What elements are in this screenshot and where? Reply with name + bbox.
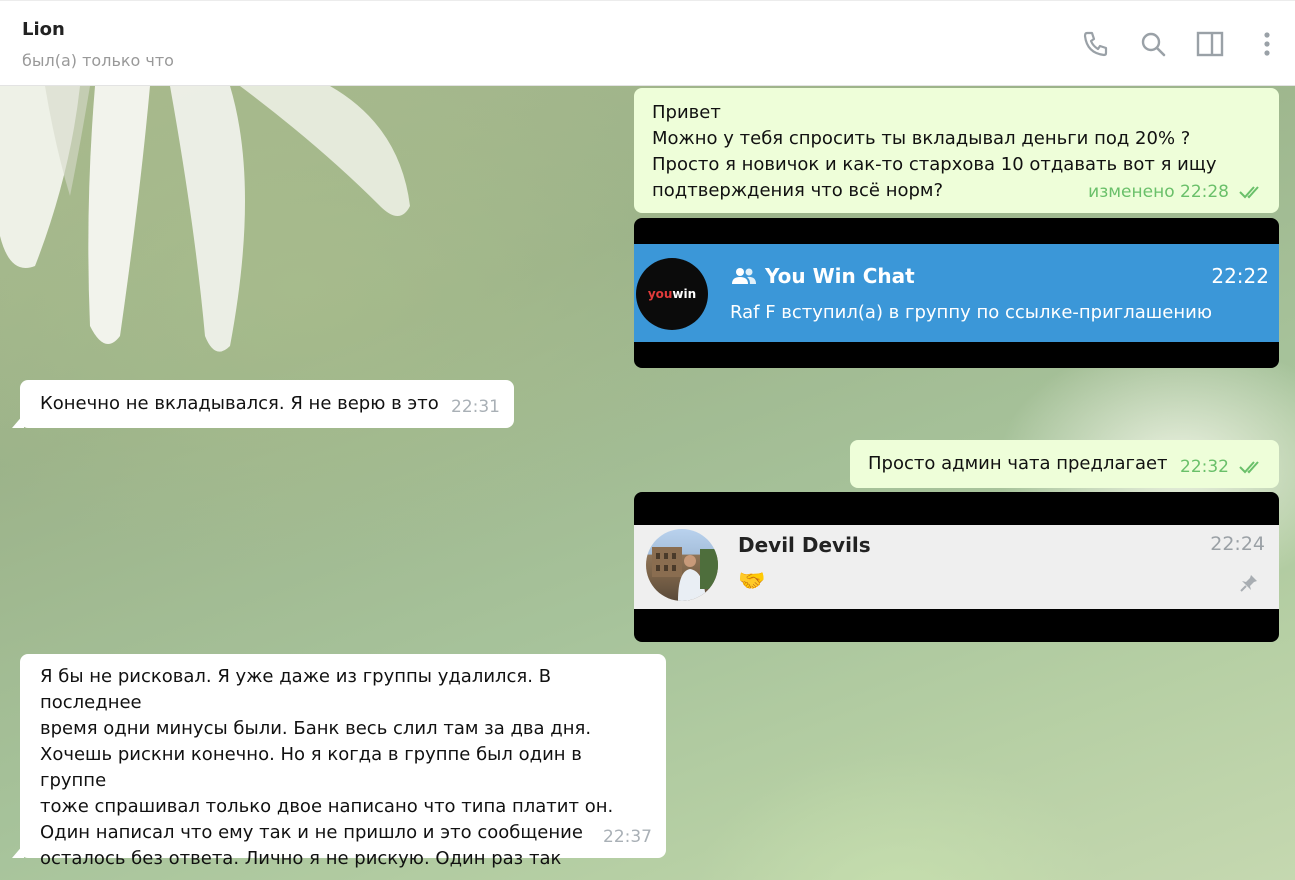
double-check-icon: [1239, 186, 1259, 199]
chat-preview-text: 🤝: [738, 569, 766, 594]
sidebar-toggle-icon[interactable]: [1195, 29, 1225, 59]
message-text: Я бы не рисковал. Я уже даже из группы у…: [40, 666, 614, 880]
message-outgoing[interactable]: Привет Можно у тебя спросить ты вкладыва…: [634, 88, 1279, 213]
chat-avatar-photo: [646, 529, 718, 601]
message-meta: изменено 22:28: [1088, 179, 1265, 205]
chat-preview-time: 22:24: [1210, 533, 1265, 555]
message-outgoing[interactable]: Просто админ чата предлагает 22:32: [850, 440, 1279, 488]
chat-status: был(а) только что: [22, 51, 174, 70]
search-icon[interactable]: [1138, 29, 1168, 59]
double-check-icon: [1239, 461, 1259, 474]
message-text: Конечно не вкладывался. Я не верю в это: [40, 393, 439, 414]
message-time: 22:37: [603, 827, 652, 847]
message-time: изменено 22:28: [1088, 182, 1229, 202]
message-meta: 22:32: [1180, 454, 1265, 480]
chat-preview-title: Devil Devils: [738, 533, 871, 557]
chat-preview-title: You Win Chat: [765, 264, 915, 288]
chat-area[interactable]: Привет Можно у тебя спросить ты вкладыва…: [0, 86, 1295, 880]
message-incoming[interactable]: Я бы не рисковал. Я уже даже из группы у…: [12, 654, 666, 880]
phone-icon[interactable]: [1081, 29, 1111, 59]
message-meta: 22:37: [603, 824, 652, 850]
more-vertical-icon[interactable]: [1252, 29, 1282, 59]
chat-preview-row: youwin You Win Chat 22:22 Raf F вступил(…: [634, 244, 1279, 342]
message-meta: 22:31: [451, 394, 500, 420]
chat-preview-row: Devil Devils 22:24 🤝: [634, 525, 1279, 609]
chat-header: Lion был(а) только что: [0, 0, 1295, 86]
chat-preview-time: 22:22: [1211, 264, 1269, 288]
chat-title[interactable]: Lion: [22, 19, 65, 40]
message-time: 22:31: [451, 397, 500, 417]
message-time: 22:32: [1180, 457, 1229, 477]
pin-icon: [1240, 575, 1257, 592]
bubble-tail: [12, 414, 24, 428]
screenshot-image[interactable]: Devil Devils 22:24 🤝: [634, 492, 1279, 642]
group-icon: [732, 268, 756, 284]
bubble-tail: [12, 844, 24, 858]
chat-avatar-youwin: youwin: [636, 258, 708, 330]
youwin-logo: youwin: [647, 287, 697, 301]
screenshot-image[interactable]: youwin You Win Chat 22:22 Raf F вступил(…: [634, 218, 1279, 368]
chat-preview-text: Raf F вступил(а) в группу по ссылке-приг…: [730, 302, 1212, 323]
message-incoming[interactable]: Конечно не вкладывался. Я не верю в это …: [12, 380, 514, 428]
